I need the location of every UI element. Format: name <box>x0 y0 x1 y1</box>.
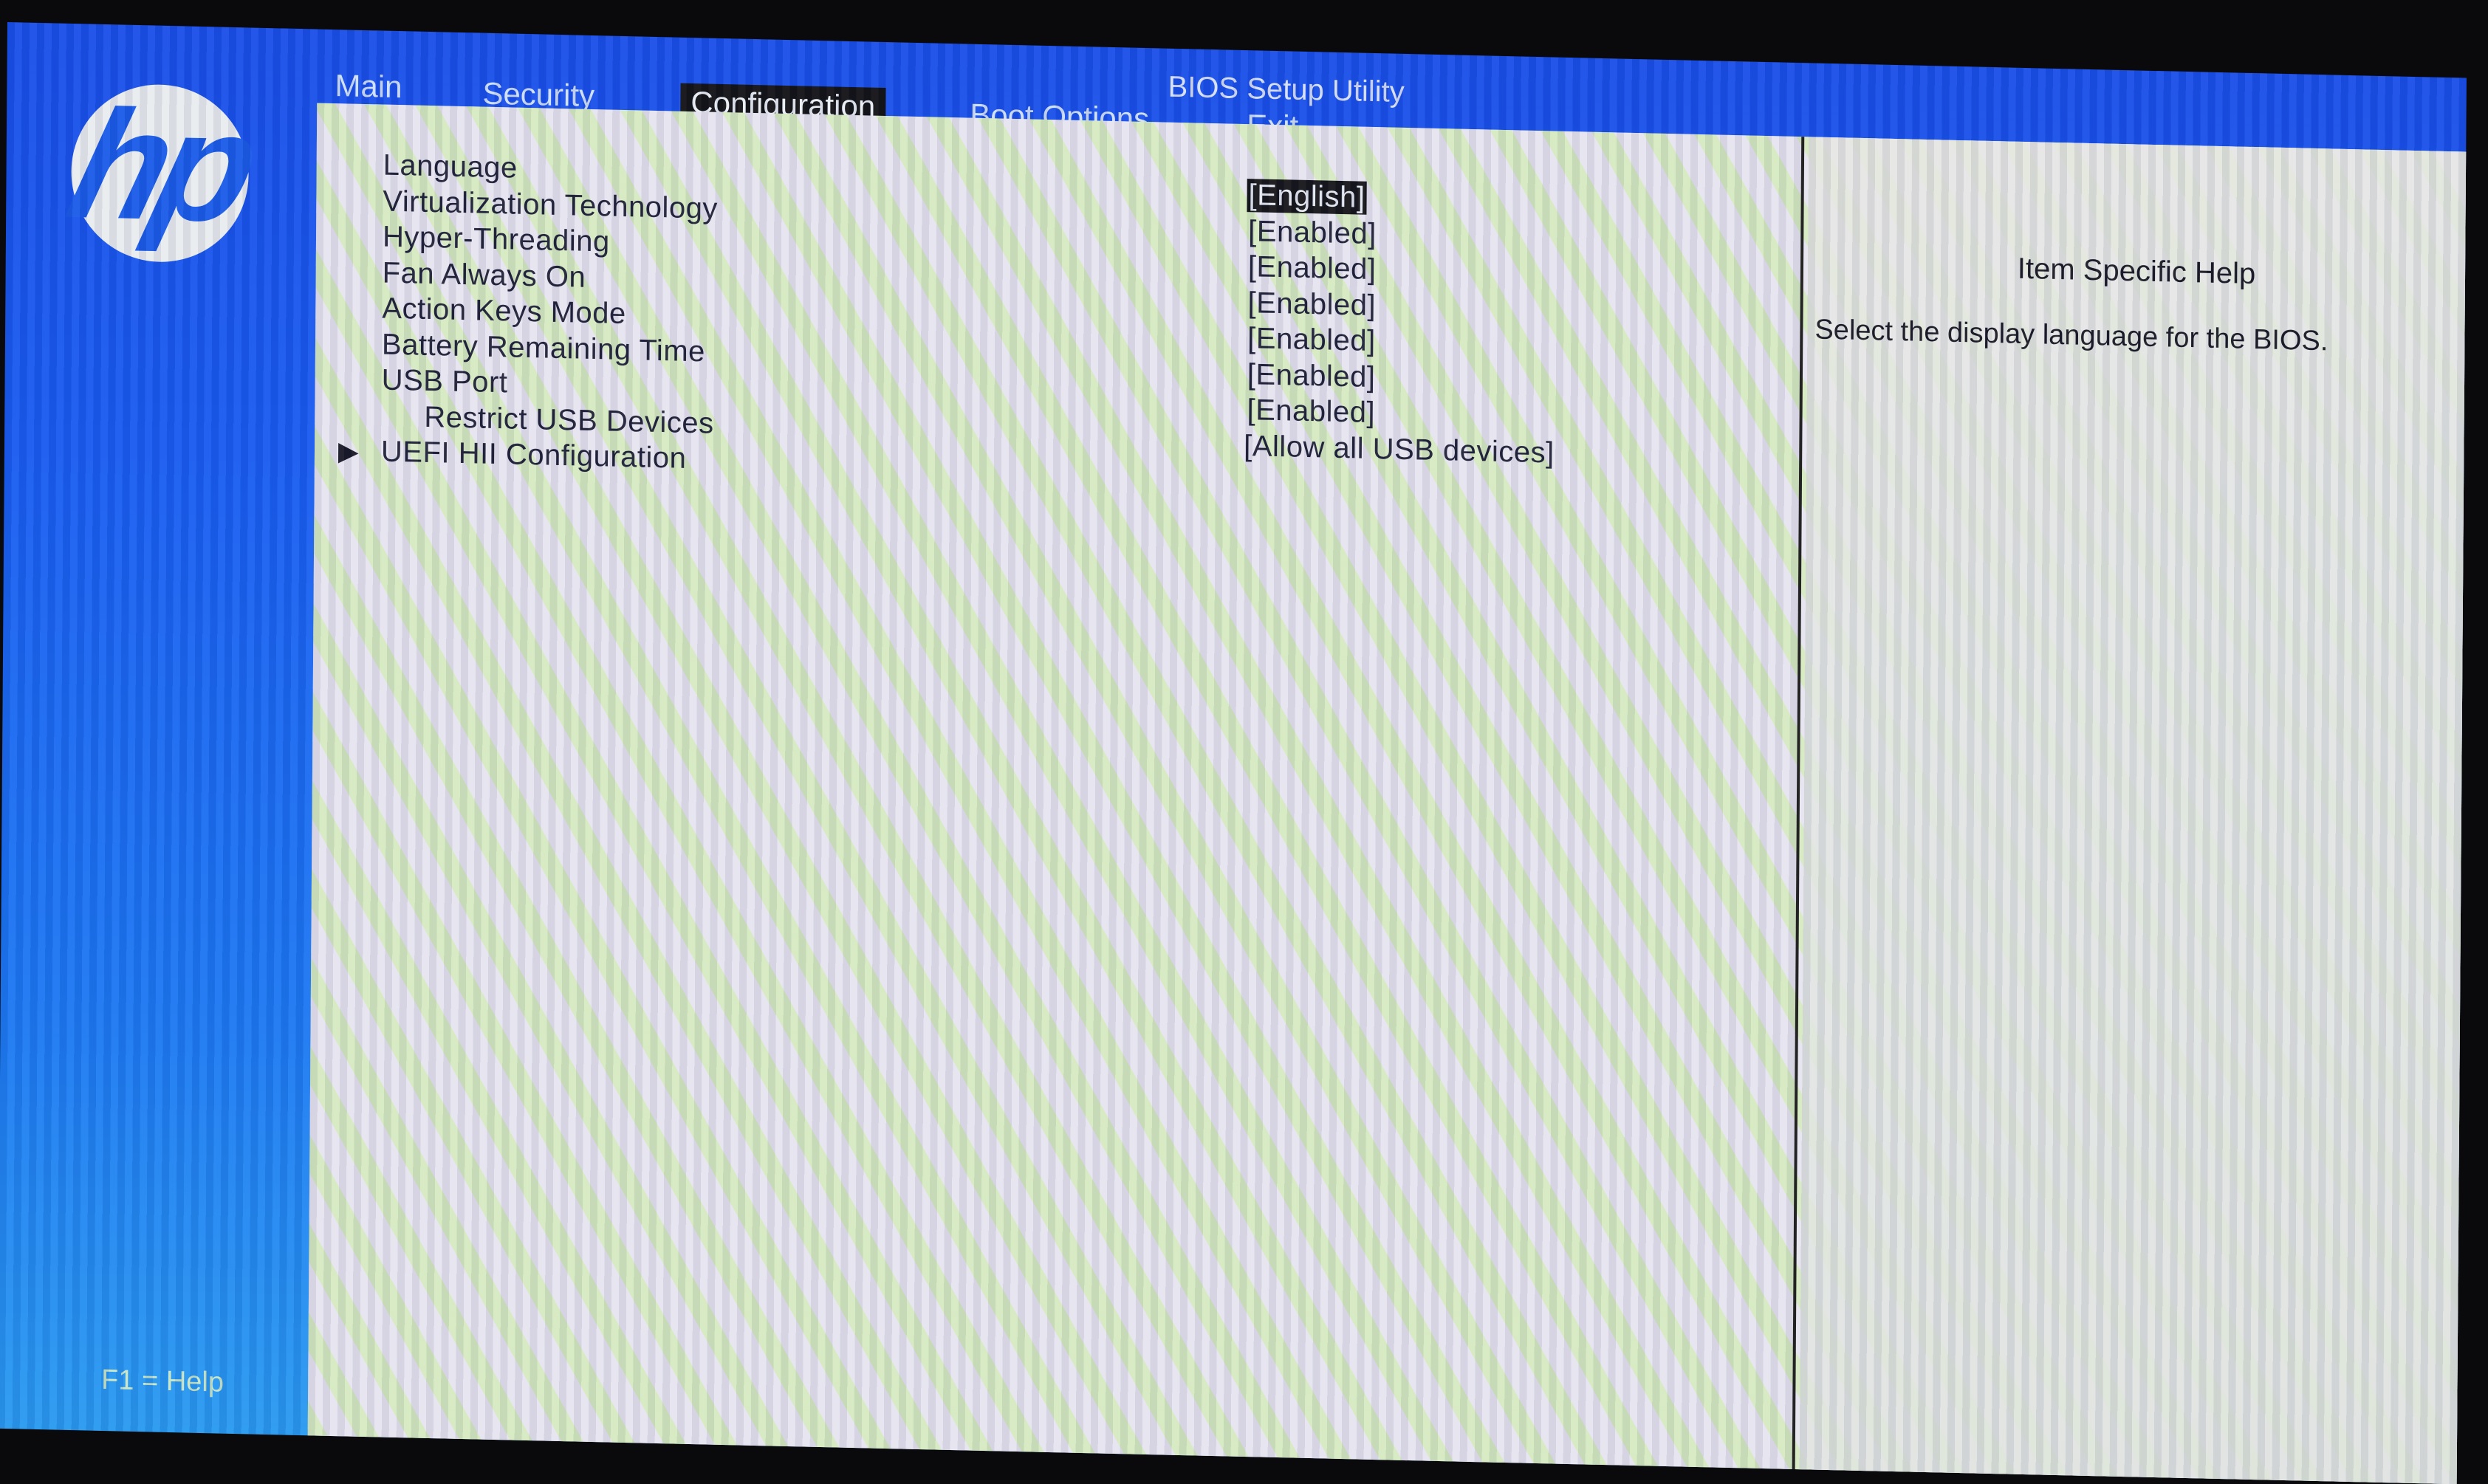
setting-label: USB Port <box>382 364 508 400</box>
setting-label: Battery Remaining Time <box>382 328 705 368</box>
setting-value[interactable]: [Enabled] <box>1246 286 1377 323</box>
setting-label: Language <box>383 149 518 185</box>
setting-value[interactable]: [Enabled] <box>1246 322 1377 358</box>
setting-value-selected[interactable]: [English] <box>1247 179 1366 215</box>
setting-value[interactable]: [Enabled] <box>1246 358 1377 394</box>
setting-label: Restrict USB Devices <box>424 400 714 440</box>
setting-value[interactable]: [Enabled] <box>1245 394 1377 430</box>
tab-main[interactable]: Main <box>324 66 412 107</box>
setting-value[interactable]: [Allow all USB devices] <box>1242 429 1556 470</box>
content-panel: Language [English] Virtualization Techno… <box>308 103 2467 1484</box>
setting-label: Fan Always On <box>383 256 586 294</box>
setting-label: UEFI HII Configuration <box>381 435 687 475</box>
setting-label: Action Keys Mode <box>382 292 626 331</box>
bios-screen: hp BIOS Setup Utility Main Security Conf… <box>0 22 2467 1484</box>
app-title: BIOS Setup Utility <box>1168 71 1404 109</box>
submenu-arrow-icon: ▶ <box>338 436 359 467</box>
setting-value[interactable]: [Enabled] <box>1247 215 1378 251</box>
f1-help-hint: F1 = Help <box>101 1364 224 1399</box>
setting-label: Virtualization Technology <box>383 185 718 225</box>
setting-value[interactable]: [Enabled] <box>1247 250 1378 286</box>
hp-logo-text: hp <box>55 87 264 245</box>
setting-label: Hyper-Threading <box>383 221 610 259</box>
settings-list: Language [English] Virtualization Techno… <box>381 149 383 471</box>
hp-logo: hp <box>71 83 250 264</box>
